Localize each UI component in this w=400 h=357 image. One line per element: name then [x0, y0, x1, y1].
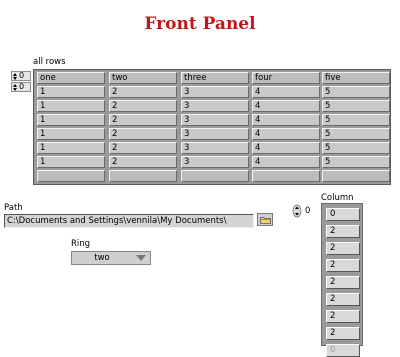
array-cell[interactable]: 4: [252, 100, 320, 112]
column-cell: 2: [326, 259, 360, 272]
ring-value: two: [94, 253, 110, 263]
row-index-value: 0: [19, 71, 25, 80]
array-cell[interactable]: 4: [252, 86, 320, 98]
array-cell[interactable]: 3: [181, 128, 249, 140]
array-cell[interactable]: 1: [37, 114, 105, 126]
panel-title: Front Panel: [144, 14, 256, 34]
array-cell[interactable]: 4: [252, 142, 320, 154]
array-cell[interactable]: 1: [37, 156, 105, 168]
column-cell: 2: [326, 327, 360, 340]
array-empty-cell[interactable]: [37, 170, 105, 182]
array-cell[interactable]: 3: [181, 142, 249, 154]
column-cell: 2: [326, 225, 360, 238]
array-header-cell[interactable]: four: [252, 72, 320, 84]
column-ghost-cell: 0: [326, 344, 360, 357]
increment-decrement-icon[interactable]: [292, 204, 302, 218]
array-header-cell[interactable]: three: [181, 72, 249, 84]
ring-select[interactable]: two: [71, 251, 151, 265]
column-index-value: 0: [19, 82, 25, 91]
array-empty-cell[interactable]: [252, 170, 320, 182]
path-label: Path: [4, 203, 23, 213]
array-cell[interactable]: 4: [252, 128, 320, 140]
column-index-control[interactable]: 0: [11, 82, 31, 92]
column-array: 0 2 2 2 2 2 2 2 0: [321, 203, 363, 357]
column-cell: 0: [326, 208, 360, 221]
array-cell[interactable]: 1: [37, 128, 105, 140]
array-cell[interactable]: 2: [109, 114, 177, 126]
path-input[interactable]: C:\Documents and Settings\vennila\My Doc…: [4, 214, 254, 228]
array-cell[interactable]: 5: [322, 128, 390, 140]
array-empty-cell[interactable]: [181, 170, 249, 182]
array-cell[interactable]: 5: [322, 142, 390, 154]
array-cell[interactable]: 5: [322, 114, 390, 126]
column-cell: 2: [326, 242, 360, 255]
folder-icon: [259, 216, 271, 224]
ring-label: Ring: [71, 239, 91, 249]
browse-button[interactable]: [257, 213, 273, 226]
array-cell[interactable]: 5: [322, 156, 390, 168]
array-cell[interactable]: 2: [109, 86, 177, 98]
all-rows-array: one two three four five 1 2 3 4 5 1 2 3 4 5 1 2 3 4 5 1 2 3 4 5 1…: [33, 69, 391, 185]
column-cell: 2: [326, 276, 360, 289]
array-header-cell[interactable]: two: [109, 72, 177, 84]
row-index-control[interactable]: 0: [11, 71, 31, 81]
array-header-cell[interactable]: five: [322, 72, 390, 84]
increment-decrement-icon[interactable]: [12, 72, 18, 80]
array-label: all rows: [33, 57, 66, 67]
array-cell[interactable]: 1: [37, 100, 105, 112]
column-index-control[interactable]: [292, 204, 302, 218]
dropdown-arrow-icon[interactable]: [136, 255, 146, 261]
array-cell[interactable]: 5: [322, 86, 390, 98]
array-cell[interactable]: 3: [181, 114, 249, 126]
array-empty-cell[interactable]: [109, 170, 177, 182]
array-cell[interactable]: 2: [109, 100, 177, 112]
array-cell[interactable]: 2: [109, 156, 177, 168]
array-cell[interactable]: 4: [252, 114, 320, 126]
column-cell: 2: [326, 310, 360, 323]
array-header-cell[interactable]: one: [37, 72, 105, 84]
array-cell[interactable]: 2: [109, 128, 177, 140]
column-cell: 2: [326, 293, 360, 306]
array-cell[interactable]: 4: [252, 156, 320, 168]
array-cell[interactable]: 3: [181, 156, 249, 168]
array-cell[interactable]: 3: [181, 100, 249, 112]
array-cell[interactable]: 1: [37, 86, 105, 98]
array-cell[interactable]: 5: [322, 100, 390, 112]
array-empty-cell[interactable]: [322, 170, 390, 182]
increment-decrement-icon[interactable]: [12, 83, 18, 91]
array-cell[interactable]: 2: [109, 142, 177, 154]
column-index-value: 0: [305, 206, 311, 216]
array-cell[interactable]: 3: [181, 86, 249, 98]
column-label: Column: [321, 193, 354, 203]
array-cell[interactable]: 1: [37, 142, 105, 154]
